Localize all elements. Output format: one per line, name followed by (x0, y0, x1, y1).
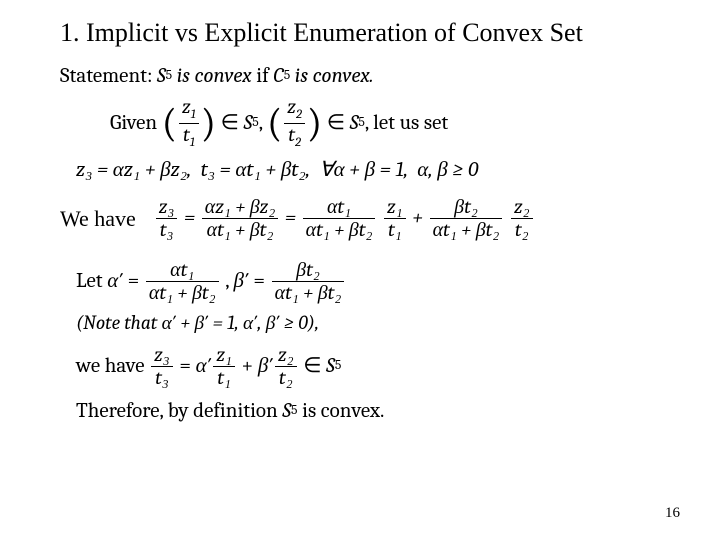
s5b: S (350, 109, 359, 137)
s5a: S (244, 109, 253, 137)
alpha-prime: α′ (107, 267, 123, 295)
t1: t (183, 123, 190, 146)
eq1-f2: αt₁ αt₁ + βt₂ (303, 196, 376, 241)
therefore-line: Therefore, by definition S5 is convex. (76, 397, 680, 425)
let-word: Let (76, 267, 107, 295)
c5-sym: C (273, 62, 283, 90)
given-word: Given (110, 109, 162, 137)
eq1-f4: βt₂ αt₁ + βt₂ (430, 196, 503, 241)
statement-if: if (256, 62, 273, 90)
let-f1: αt₁ αt₁ + βt₂ (146, 259, 219, 304)
let-f2: βt₂ αt₁ + βt₂ (272, 259, 345, 304)
vec-z2t2: z2 t2 (284, 96, 305, 150)
slide-title: 1. Implicit vs Explicit Enumeration of C… (60, 18, 680, 48)
statement-prefix: Statement: (60, 62, 157, 90)
eq1-f3: z₁ t₁ (384, 196, 406, 241)
eq1: z₃ t₃ = αz₁ + βz₂ αt₁ + βt₂ = αt₁ αt₁ + … (154, 196, 535, 241)
defs-line: z₃ = αz₁ + βz₂, t₃ = αt₁ + βt₂, ∀α + β =… (76, 156, 680, 184)
result-line: we have z₃ t₃ = α′ z₁ t₁ + β′ z₂ t₂ ∈ S5 (76, 344, 680, 389)
in-2: ∈ (322, 109, 350, 137)
defs-text: z₃ = αz₁ + βz₂, t₃ = αt₁ + βt₂, ∀α + β =… (76, 156, 478, 184)
z1: z (182, 95, 191, 118)
given-line: Given ( z1 t1 ) ∈ S5 , ( z2 t2 ) ∈ S5 , … (110, 96, 680, 150)
let-line: Let α′ = αt₁ αt₁ + βt₂ , β′ = βt₂ αt₁ + … (76, 259, 680, 304)
statement-suffix: is convex. (290, 62, 373, 90)
result-f1: z₁ t₁ (213, 344, 235, 389)
vec-z1t1: z1 t1 (179, 96, 199, 150)
eq1-f1: αz₁ + βz₂ αt₁ + βt₂ (202, 196, 278, 241)
statement-line: Statement: S5 is convex if C5 is convex. (60, 62, 680, 90)
in-1: ∈ (216, 109, 244, 137)
we-have-label: We have (60, 206, 136, 232)
eq1-lhs: z₃ t₃ (156, 196, 178, 241)
note-text: (Note that α′ + β′ = 1, α′, β′ ≥ 0), (76, 310, 319, 336)
result-prefix: we have (76, 352, 149, 380)
given-tail: , let us set (365, 109, 448, 137)
therefore-prefix: Therefore, by definition (76, 397, 282, 425)
s5-sym: S (157, 62, 166, 90)
eq1-f5: z₂ t₂ (511, 196, 533, 241)
result-alpha: α′ (196, 352, 212, 380)
slide: 1. Implicit vs Explicit Enumeration of C… (0, 0, 720, 540)
therefore-s5: S (282, 397, 291, 425)
page-number: 16 (665, 505, 680, 522)
statement-mid: is convex (172, 62, 256, 90)
beta-prime: β′ (234, 267, 249, 295)
we-have-row: We have z₃ t₃ = αz₁ + βz₂ αt₁ + βt₂ = αt… (60, 190, 680, 247)
result-lhs: z₃ t₃ (151, 344, 173, 389)
result-f2: z₂ t₂ (275, 344, 297, 389)
result-beta: β′ (258, 352, 273, 380)
t2: t (288, 123, 295, 146)
z2: z (287, 95, 296, 118)
therefore-suffix: is convex. (298, 397, 385, 425)
result-s5: S (326, 352, 335, 380)
note-line: (Note that α′ + β′ = 1, α′, β′ ≥ 0), (76, 310, 680, 336)
